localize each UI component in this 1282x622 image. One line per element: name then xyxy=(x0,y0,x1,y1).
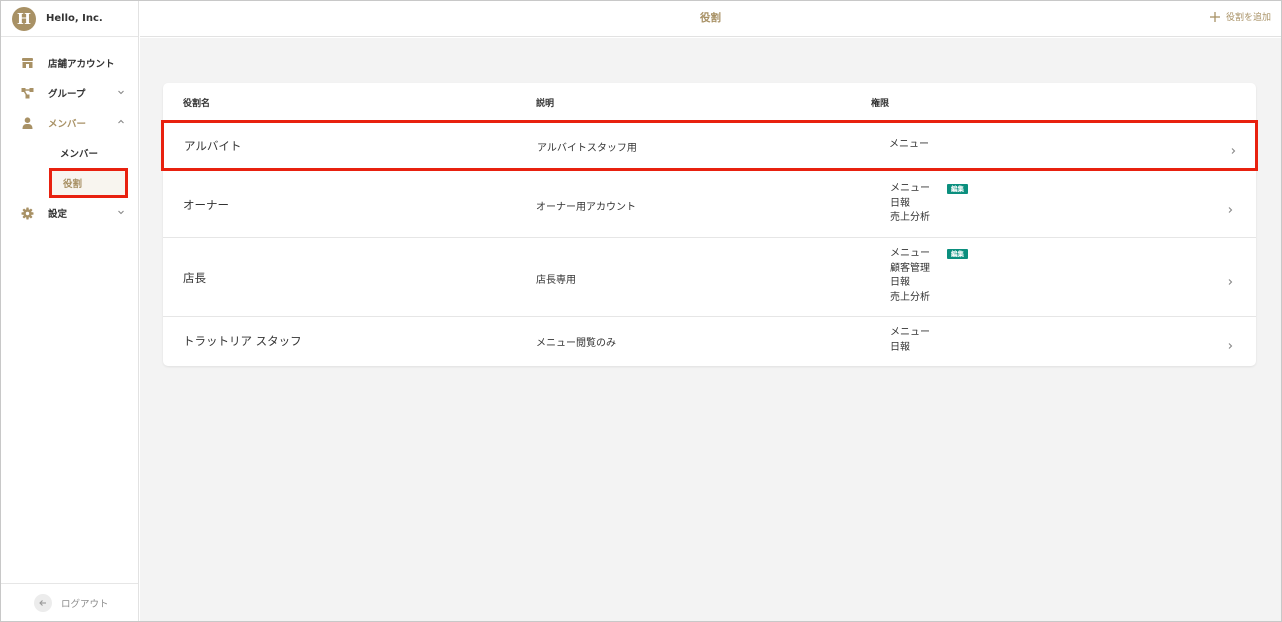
chevron-right-icon xyxy=(1225,200,1235,213)
sidebar-subitem-member[interactable]: メンバー xyxy=(1,138,138,168)
chevron-up-icon[interactable] xyxy=(116,117,126,127)
edit-badge: 編集 xyxy=(947,184,968,194)
role-permission: メニュー xyxy=(890,248,930,259)
store-icon xyxy=(21,57,34,70)
chevron-right-icon xyxy=(1228,141,1238,154)
role-name: トラットリア スタッフ xyxy=(183,334,302,348)
sidebar: H Hello, Inc. 店舗アカウント グループ メンバー メンバー 役割 … xyxy=(1,1,139,621)
role-permission: 売上分析 xyxy=(890,291,930,303)
chevron-right-icon xyxy=(1225,336,1235,349)
role-permission: メニュー xyxy=(890,327,930,338)
sidebar-item-label: グループ xyxy=(48,89,86,100)
brand[interactable]: H Hello, Inc. xyxy=(1,1,138,37)
sidebar-item-label: メンバー xyxy=(48,119,87,130)
role-permissions: メニュー 日報 xyxy=(890,326,930,355)
role-permission: 日報 xyxy=(890,277,910,288)
role-permissions: メニュー 顧客管理 日報 売上分析 xyxy=(890,247,930,305)
role-name: アルバイト xyxy=(184,139,242,153)
sidebar-item-label: 設定 xyxy=(48,209,68,220)
sidebar-nav: 店舗アカウント グループ メンバー メンバー 役割 設定 xyxy=(1,37,138,228)
arrow-left-icon xyxy=(34,593,52,612)
brand-name: Hello, Inc. xyxy=(46,13,103,24)
brand-logo: H xyxy=(12,6,36,31)
plus-icon xyxy=(1209,11,1221,23)
role-permission: 日報 xyxy=(890,197,910,209)
chevron-down-icon[interactable] xyxy=(116,87,126,97)
edit-badge: 編集 xyxy=(947,249,968,259)
role-description: 店長専用 xyxy=(536,275,576,286)
column-header-name: 役割名 xyxy=(183,99,211,109)
roles-table: 役割名 説明 権限 アルバイト アルバイトスタッフ用 メニュー オーナー オーナ… xyxy=(161,83,1258,366)
role-name: 店長 xyxy=(183,271,206,285)
logout-button[interactable]: ログアウト xyxy=(1,583,138,621)
role-description: オーナー用アカウント xyxy=(536,202,636,213)
add-role-label: 役割を追加 xyxy=(1225,13,1271,23)
gear-icon xyxy=(21,207,34,220)
sidebar-item-label: 店舗アカウント xyxy=(48,59,115,70)
sidebar-item-member[interactable]: メンバー xyxy=(1,108,138,138)
role-permission: 売上分析 xyxy=(890,212,930,223)
role-permission: 顧客管理 xyxy=(890,262,930,274)
table-row[interactable]: 店長 店長専用 メニュー 顧客管理 日報 売上分析 編集 xyxy=(163,237,1256,316)
page-header: 役割 役割を追加 xyxy=(140,1,1281,37)
sidebar-item-group[interactable]: グループ xyxy=(1,78,138,108)
page-title: 役割 xyxy=(700,12,721,24)
main-content: 役割名 説明 権限 アルバイト アルバイトスタッフ用 メニュー オーナー オーナ… xyxy=(140,38,1281,621)
table-header: 役割名 説明 権限 xyxy=(163,83,1256,121)
role-permission: 日報 xyxy=(890,341,910,353)
table-row[interactable]: アルバイト アルバイトスタッフ用 メニュー xyxy=(161,120,1258,171)
add-role-button[interactable]: 役割を追加 xyxy=(1209,10,1271,23)
role-permissions: メニュー 日報 売上分析 xyxy=(890,182,930,226)
person-icon xyxy=(21,117,34,130)
table-row[interactable]: オーナー オーナー用アカウント メニュー 日報 売上分析 編集 xyxy=(163,172,1256,236)
sidebar-subitem-role[interactable]: 役割 xyxy=(49,168,128,198)
role-description: メニュー閲覧のみ xyxy=(536,338,616,349)
chevron-down-icon[interactable] xyxy=(116,207,126,217)
sidebar-item-store-account[interactable]: 店舗アカウント xyxy=(1,48,138,78)
table-row[interactable]: トラットリア スタッフ メニュー閲覧のみ メニュー 日報 xyxy=(163,316,1256,366)
role-permission: メニュー xyxy=(889,139,929,150)
role-permission: メニュー xyxy=(890,183,930,194)
logout-label: ログアウト xyxy=(61,598,109,610)
chevron-right-icon xyxy=(1225,272,1235,285)
role-name: オーナー xyxy=(183,198,229,212)
role-description: アルバイトスタッフ用 xyxy=(537,143,637,154)
sidebar-item-settings[interactable]: 設定 xyxy=(1,198,138,228)
group-icon xyxy=(21,87,34,100)
column-header-description: 説明 xyxy=(536,99,555,109)
column-header-permissions: 権限 xyxy=(871,99,890,109)
